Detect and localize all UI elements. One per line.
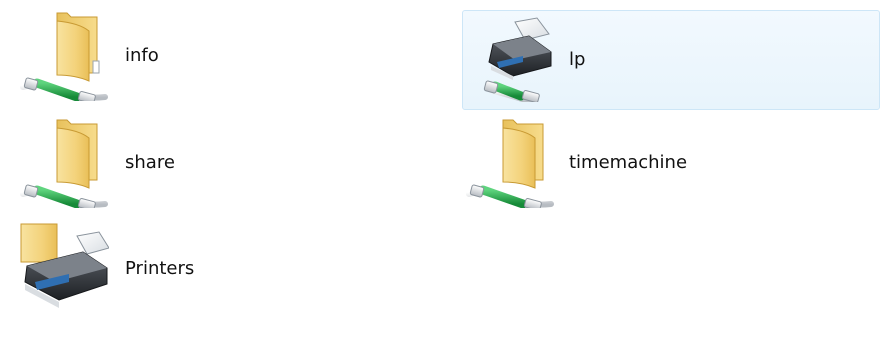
item-label: share <box>125 152 175 173</box>
item-share[interactable]: share <box>8 113 444 213</box>
item-label: info <box>125 45 159 66</box>
file-view: info lp share timemachine Printers <box>0 0 888 344</box>
network-folder-icon <box>17 9 109 101</box>
item-label: timemachine <box>569 152 688 173</box>
item-printers[interactable]: Printers <box>8 219 444 319</box>
network-printer-icon <box>463 10 555 102</box>
item-label: lp <box>569 49 586 70</box>
network-folder-icon <box>17 116 109 208</box>
network-folder-icon <box>463 116 555 208</box>
item-info[interactable]: info <box>8 6 444 106</box>
printers-folder-icon <box>17 222 109 314</box>
item-label: Printers <box>125 258 195 279</box>
item-lp[interactable]: lp <box>462 10 880 110</box>
item-timemachine[interactable]: timemachine <box>462 113 880 213</box>
